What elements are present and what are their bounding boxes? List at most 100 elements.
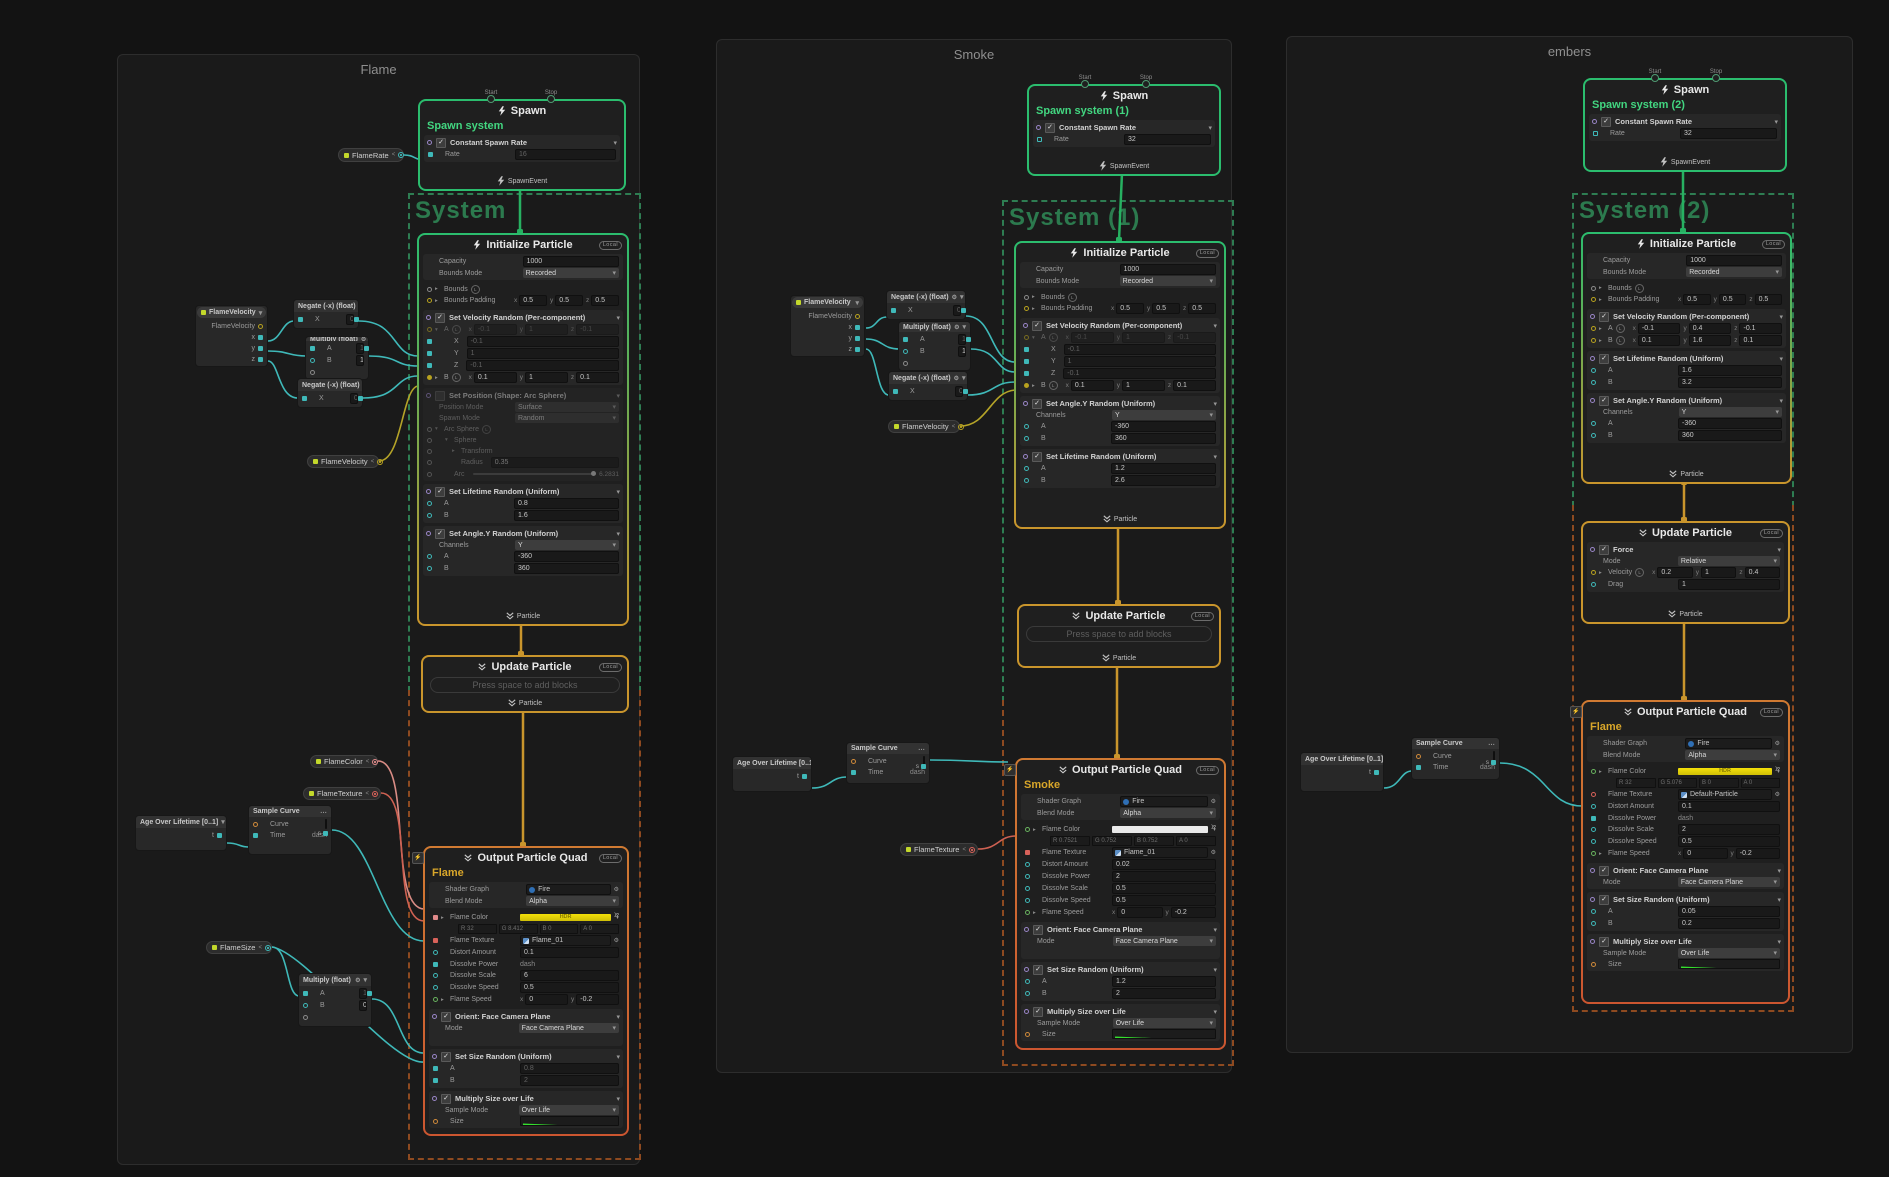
- flow-input-port[interactable]: [1081, 80, 1089, 88]
- dropdown[interactable]: Alpha▾: [1685, 750, 1780, 760]
- value-input[interactable]: -360: [514, 551, 619, 562]
- block[interactable]: ✓Set Lifetime Random (Uniform)▾A1.6B3.2: [1587, 351, 1786, 390]
- context-header[interactable]: Spawn: [420, 101, 624, 117]
- value-input[interactable]: -0.2: [1171, 907, 1216, 918]
- value-input[interactable]: 2: [1112, 988, 1216, 999]
- value-input[interactable]: 0.2: [1678, 918, 1780, 929]
- input-port[interactable]: [298, 317, 303, 322]
- block[interactable]: ✓Multiply Size over Life▾Sample ModeOver…: [1587, 934, 1784, 971]
- value-input[interactable]: 32: [1680, 128, 1777, 139]
- input-port[interactable]: [302, 396, 307, 401]
- input-port[interactable]: [310, 358, 315, 363]
- block-enable-port[interactable]: [426, 489, 431, 494]
- input-port[interactable]: [427, 438, 432, 443]
- output-port[interactable]: [323, 831, 328, 836]
- input-port[interactable]: [433, 915, 438, 920]
- smoke-output-node[interactable]: ⚡Output Particle QuadLocalSmokeShader Gr…: [1015, 758, 1226, 1050]
- input-port[interactable]: [1591, 839, 1596, 844]
- context-header[interactable]: Update Particle: [1583, 523, 1788, 539]
- value-input[interactable]: 6: [520, 970, 619, 981]
- input-port[interactable]: [1591, 827, 1596, 832]
- smoke-initialize-node[interactable]: Initialize ParticleLocalCapacity1000Boun…: [1014, 241, 1226, 529]
- input-port[interactable]: [1591, 380, 1596, 385]
- chevron-down-icon[interactable]: ▾: [221, 818, 225, 826]
- chevron-down-icon[interactable]: ▾: [363, 976, 367, 984]
- input-port[interactable]: [851, 770, 856, 775]
- flame-multiply-1-node[interactable]: Multiply (float)⚙▾A1B1: [305, 336, 369, 380]
- block-header[interactable]: ✓Set Velocity Random (Per-component)▾: [1023, 320, 1217, 331]
- input-port[interactable]: [427, 566, 432, 571]
- param-flamerate[interactable]: FlameRate<: [338, 148, 404, 162]
- input-port[interactable]: [1025, 979, 1030, 984]
- input-port[interactable]: [1591, 792, 1596, 797]
- expander-icon[interactable]: ▸: [1599, 338, 1605, 344]
- block-enable-port[interactable]: [1590, 398, 1595, 403]
- block-enable-port[interactable]: [1023, 323, 1028, 328]
- collapse-icon[interactable]: <: [366, 759, 370, 765]
- value-input[interactable]: -360: [1111, 421, 1216, 432]
- block-enable-port[interactable]: [432, 1096, 437, 1101]
- more-icon[interactable]: …: [320, 808, 327, 815]
- value-input[interactable]: 1.2: [1112, 976, 1216, 987]
- value-input[interactable]: 1: [356, 355, 364, 366]
- input-port[interactable]: [427, 472, 432, 477]
- block-checkbox[interactable]: ✓: [1032, 452, 1042, 462]
- input-port[interactable]: [1591, 962, 1596, 967]
- value-input[interactable]: 0.1: [346, 314, 354, 325]
- block-checkbox[interactable]: ✓: [435, 529, 445, 539]
- expander-icon[interactable]: ▸: [441, 997, 447, 1003]
- value-input[interactable]: -0.1: [1071, 332, 1114, 343]
- chevron-down-icon[interactable]: ▾: [1779, 397, 1783, 405]
- value-input[interactable]: 0.5: [555, 295, 583, 306]
- block-enable-port[interactable]: [1024, 967, 1029, 972]
- value-input[interactable]: 0.4: [1745, 567, 1780, 578]
- chevron-down-icon[interactable]: ▾: [962, 323, 966, 331]
- block-enable-port[interactable]: [1036, 125, 1041, 130]
- smoke-spawn-node[interactable]: StartStopSpawnSpawn system (1)✓Constant …: [1027, 84, 1221, 176]
- operator-header[interactable]: Negate (-x) (float)⚙▾: [298, 379, 362, 391]
- value-input[interactable]: -0.1: [1064, 344, 1216, 355]
- curve-field[interactable]: [325, 819, 327, 829]
- value-input[interactable]: -0.1: [1638, 323, 1681, 334]
- value-input[interactable]: 360: [1678, 430, 1782, 441]
- smoke-sample-curve-node[interactable]: Sample Curve…CurveTimedashs: [846, 742, 930, 784]
- context-header[interactable]: Initialize Particle: [1016, 243, 1224, 259]
- node-output-port[interactable]: [364, 346, 369, 351]
- block-enable-port[interactable]: [1590, 547, 1595, 552]
- attach-pin-icon[interactable]: ⚡: [1004, 764, 1016, 776]
- block-checkbox[interactable]: ✓: [1599, 937, 1609, 947]
- input-port[interactable]: [1024, 295, 1029, 300]
- expander-icon[interactable]: ▸: [452, 448, 458, 454]
- link-space-icon[interactable]: L: [1616, 324, 1625, 333]
- value-input[interactable]: 0: [1683, 848, 1727, 859]
- input-port[interactable]: [1024, 371, 1029, 376]
- link-space-icon[interactable]: L: [1635, 284, 1644, 293]
- input-port[interactable]: [433, 950, 438, 955]
- embers-age-over-lifetime-node[interactable]: Age Over Lifetime [0..1]▾t: [1300, 752, 1384, 792]
- expander-icon[interactable]: ▸: [1032, 294, 1038, 300]
- block-checkbox[interactable]: ✓: [1599, 354, 1609, 364]
- value-input[interactable]: 0.5: [520, 982, 619, 993]
- input-port[interactable]: [1025, 991, 1030, 996]
- block-header[interactable]: ✓Set Lifetime Random (Uniform)▾: [1590, 353, 1783, 364]
- value-input[interactable]: 1: [958, 334, 966, 345]
- input-port[interactable]: [1025, 850, 1030, 855]
- link-space-icon[interactable]: L: [452, 373, 461, 382]
- block-enable-port[interactable]: [1024, 1009, 1029, 1014]
- input-port[interactable]: [1025, 1032, 1030, 1037]
- block-checkbox[interactable]: ✓: [441, 1094, 451, 1104]
- block-checkbox[interactable]: ✓: [1599, 312, 1609, 322]
- param-output-port[interactable]: [958, 424, 964, 430]
- chevron-down-icon[interactable]: ▾: [1213, 926, 1217, 934]
- placeholder-text[interactable]: Press space to add blocks: [430, 677, 620, 693]
- chevron-down-icon[interactable]: ▾: [962, 374, 966, 382]
- dropdown[interactable]: Alpha▾: [1120, 808, 1216, 818]
- operator-header[interactable]: Negate (-x) (float)⚙▾: [294, 300, 358, 312]
- expander-icon[interactable]: ▸: [1032, 383, 1038, 389]
- input-port[interactable]: [1024, 436, 1029, 441]
- value-input[interactable]: 1: [525, 324, 568, 335]
- param-flametexture-flame[interactable]: FlameTexture<: [303, 787, 381, 800]
- block[interactable]: ✓Constant Spawn Rate▾Rate16: [424, 135, 620, 162]
- embers-spawn-node[interactable]: StartStopSpawnSpawn system (2)✓Constant …: [1583, 78, 1787, 172]
- dropdown[interactable]: Recorded▾: [1120, 276, 1216, 286]
